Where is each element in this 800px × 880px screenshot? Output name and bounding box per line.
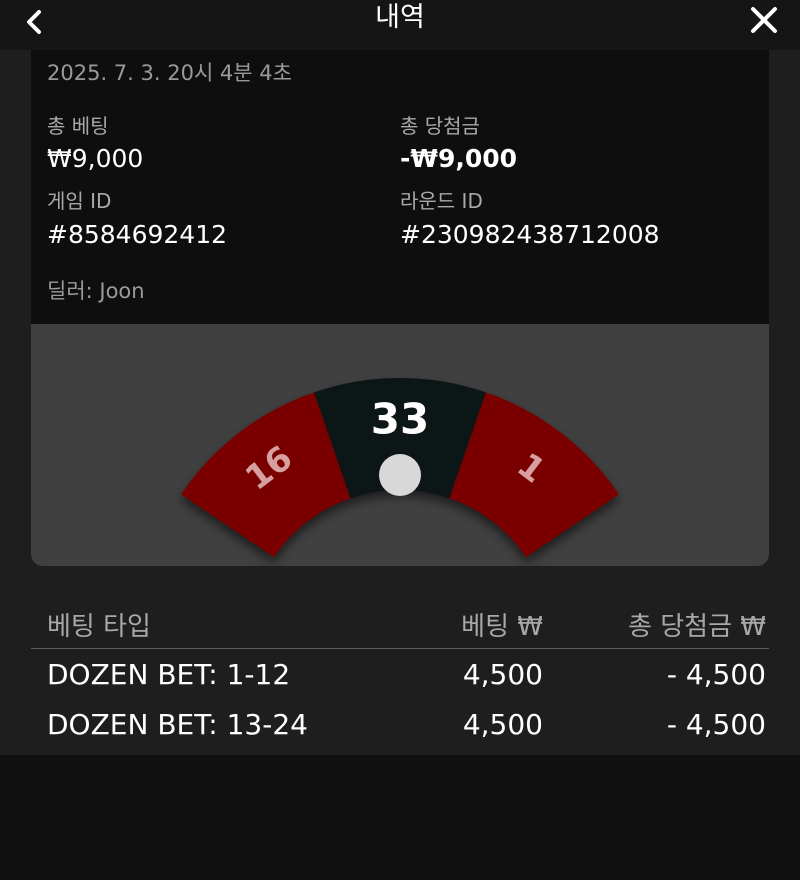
table-divider [31, 648, 769, 649]
summary-card: 2025. 7. 3. 20시 4분 4초 총 베팅 ₩9,000 총 당첨금 … [31, 50, 769, 324]
close-button[interactable] [742, 0, 786, 40]
total-bet-label: 총 베팅 [47, 114, 109, 138]
win-amount-cell: - 4,500 [666, 708, 766, 741]
page-title: 내역 [375, 2, 425, 33]
total-bet-value: ₩9,000 [47, 144, 144, 173]
round-id-value: #230982438712008 [400, 220, 660, 249]
roulette-wheel-segment: 16 1 33 [181, 378, 619, 558]
game-id-value: #8584692412 [47, 220, 228, 249]
game-id-label: 게임 ID [47, 189, 112, 213]
column-header-win-amount: 총 당첨금 ₩ [628, 612, 766, 642]
header-bar: 내역 [0, 0, 800, 50]
total-win-value: -₩9,000 [400, 144, 518, 173]
timestamp: 2025. 7. 3. 20시 4분 4초 [47, 61, 292, 85]
bet-type-cell: DOZEN BET: 13-24 [47, 708, 308, 741]
dealer-name: 딜러: Joon [47, 279, 145, 303]
winning-number: 33 [371, 395, 429, 444]
close-icon [751, 7, 777, 33]
column-header-bet-amount: 베팅 ₩ [461, 612, 543, 642]
roulette-ball [379, 454, 421, 496]
column-header-bet-type: 베팅 타입 [47, 612, 151, 642]
total-win-label: 총 당첨금 [400, 114, 480, 138]
bet-amount-cell: 4,500 [462, 708, 543, 741]
bet-amount-cell: 4,500 [462, 658, 543, 691]
round-id-label: 라운드 ID [400, 189, 483, 213]
bet-type-cell: DOZEN BET: 1-12 [47, 658, 291, 691]
roulette-result-panel: 16 1 33 [31, 324, 769, 566]
win-amount-cell: - 4,500 [666, 658, 766, 691]
